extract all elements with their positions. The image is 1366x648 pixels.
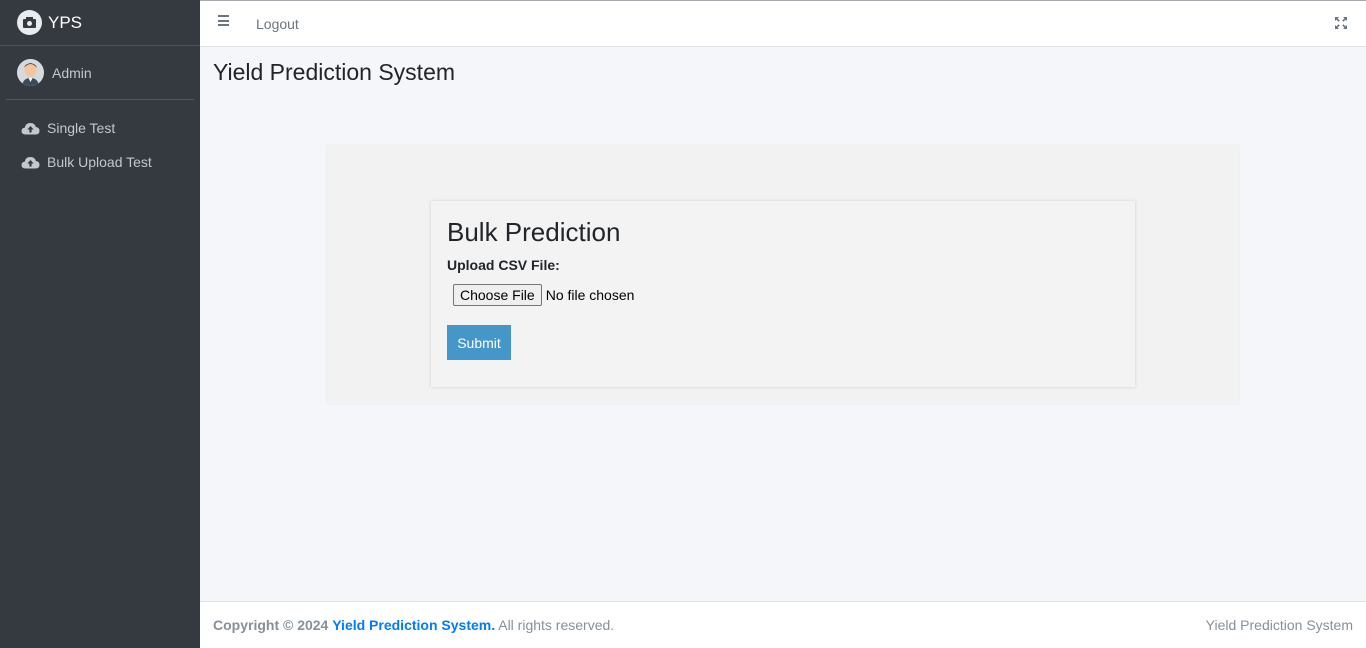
- footer: Copyright © 2024 Yield Prediction System…: [200, 601, 1366, 648]
- sidebar-item-bulk-upload-test[interactable]: Bulk Upload Test: [0, 145, 200, 179]
- fullscreen-icon[interactable]: [1334, 16, 1348, 30]
- upload-csv-label: Upload CSV File:: [447, 257, 560, 273]
- sidebar-item-label: Bulk Upload Test: [47, 154, 152, 170]
- logout-link[interactable]: Logout: [256, 16, 299, 32]
- copyright: Copyright © 2024 Yield Prediction System…: [213, 617, 614, 633]
- sidebar-nav: Single Test Bulk Upload Test: [0, 111, 200, 179]
- cloud-upload-icon: [21, 155, 40, 169]
- cloud-upload-icon: [21, 121, 40, 135]
- brand-logo-icon: [17, 10, 42, 35]
- user-name: Admin: [52, 64, 92, 81]
- user-panel[interactable]: Admin: [6, 46, 194, 100]
- copyright-suffix: All rights reserved.: [498, 617, 615, 633]
- csv-file-input[interactable]: Choose File No file chosen: [453, 284, 634, 306]
- file-status: No file chosen: [545, 287, 635, 303]
- bulk-prediction-card: Bulk Prediction Upload CSV File: Choose …: [431, 201, 1135, 387]
- menu-toggle-icon[interactable]: [218, 15, 232, 29]
- footer-brand-link[interactable]: Yield Prediction System.: [332, 617, 495, 633]
- copyright-prefix: Copyright © 2024: [213, 617, 329, 633]
- page-title: Yield Prediction System: [213, 59, 456, 85]
- card-title: Bulk Prediction: [447, 217, 621, 247]
- sidebar-item-single-test[interactable]: Single Test: [0, 111, 200, 145]
- brand-name: YPS: [48, 12, 83, 32]
- submit-button[interactable]: Submit: [447, 325, 511, 360]
- top-navbar: Logout: [200, 0, 1366, 47]
- avatar: [17, 59, 44, 86]
- choose-file-button[interactable]: Choose File: [453, 284, 542, 306]
- brand[interactable]: YPS: [0, 0, 200, 46]
- footer-app-name: Yield Prediction System: [1205, 617, 1353, 633]
- sidebar-item-label: Single Test: [47, 120, 116, 136]
- sidebar: YPS Admin Single Test Bulk Upload Test: [0, 0, 200, 648]
